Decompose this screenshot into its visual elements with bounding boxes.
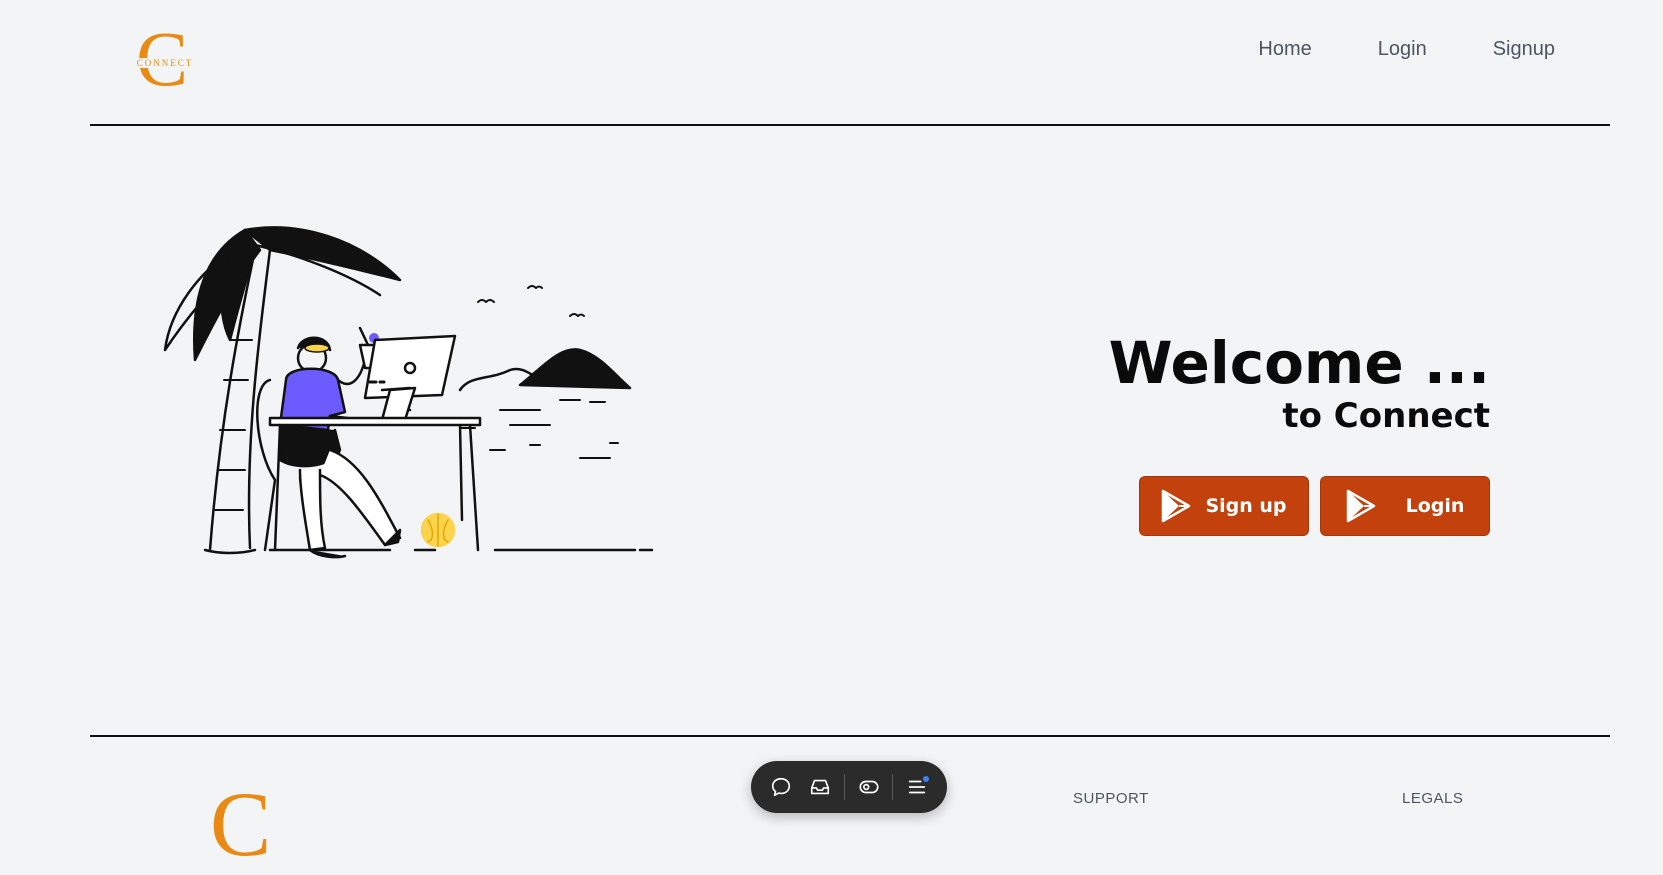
floating-toolbar [751,761,947,813]
chat-icon [771,777,790,797]
play-store-icon [1162,489,1191,523]
footer-logo[interactable]: C [210,778,271,870]
toolbar-separator [892,774,894,800]
hero-heading-block: Welcome ... to Connect [1109,330,1490,436]
footer-support-heading: SUPPORT [1073,790,1149,807]
logo-wordmark: CONNECT [135,58,195,68]
footer-legals-heading: LEGALS [1402,790,1464,807]
hero-subtitle: to Connect [1282,396,1490,436]
menu-button[interactable] [897,767,937,807]
header-divider [90,124,1610,126]
play-store-icon [1346,489,1375,523]
notification-dot [922,776,929,782]
nav-home[interactable]: Home [1258,38,1311,61]
login-label: Login [1405,495,1465,517]
signup-button[interactable]: Sign up [1139,476,1309,536]
signup-label: Sign up [1205,495,1287,517]
hero-actions: Sign up Login [1139,476,1490,536]
brand-logo[interactable]: C CONNECT [135,20,195,98]
eye-icon [859,780,879,794]
login-button[interactable]: Login [1320,476,1490,536]
preview-toggle-button[interactable] [849,767,889,807]
chat-button[interactable] [761,767,801,807]
inbox-button[interactable] [801,767,841,807]
nav-login[interactable]: Login [1378,38,1427,61]
nav-signup[interactable]: Signup [1493,38,1555,61]
hero-illustration [163,226,654,559]
toolbar-separator [844,774,845,800]
inbox-icon [811,779,830,795]
footer-divider [90,735,1610,737]
hero-title: Welcome ... [1108,329,1490,397]
top-nav: Home Login Signup [1258,38,1555,61]
